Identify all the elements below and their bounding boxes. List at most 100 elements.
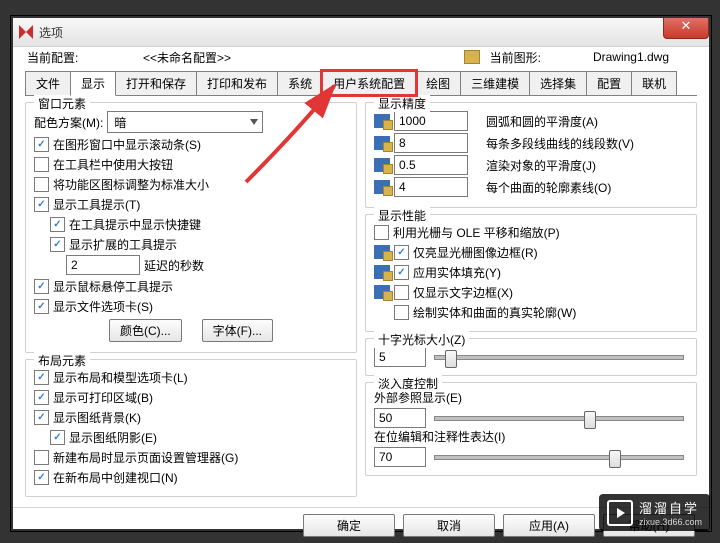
tab-display[interactable]: 显示 — [70, 71, 116, 96]
right-column: 显示精度 1000圆弧和圆的平滑度(A) 8每条多段线曲线的线段数(V) 0.5… — [365, 102, 697, 503]
contour-lines-label: 每个曲面的轮廓素线(O) — [486, 179, 611, 196]
cb-create-viewport: 在新布局中创建视口(N) — [53, 469, 178, 486]
cb-paper-shadow: 显示图纸阴影(E) — [69, 429, 157, 446]
tab-strip: 文件 显示 打开和保存 打印和发布 系统 用户系统配置 绘图 三维建模 选择集 … — [25, 71, 697, 96]
color-scheme-combo[interactable]: 暗 — [107, 111, 263, 133]
polyline-segs-label: 每条多段线曲线的线段数(V) — [486, 135, 634, 152]
current-profile-label: 当前配置: — [27, 49, 137, 66]
xref-fade-input[interactable]: 50 — [374, 408, 426, 428]
group-window-elements: 窗口元素 配色方案(M): 暗 在图形窗口中显示滚动条(S) 在工具栏中使用大按… — [25, 102, 357, 353]
delay-label: 延迟的秒数 — [144, 257, 204, 274]
group-title: 十字光标大小(Z) — [374, 331, 469, 348]
drawing-pref-icon — [374, 245, 390, 259]
drawing-pref-icon — [374, 114, 390, 128]
checkbox[interactable] — [50, 237, 65, 252]
checkbox[interactable] — [34, 279, 49, 294]
left-column: 窗口元素 配色方案(M): 暗 在图形窗口中显示滚动条(S) 在工具栏中使用大按… — [25, 102, 357, 503]
render-smooth-label: 渲染对象的平滑度(J) — [486, 157, 596, 174]
drawing-pref-icon — [374, 158, 390, 172]
cb-file-tabs: 显示文件选项卡(S) — [53, 298, 153, 315]
group-title: 布局元素 — [34, 352, 90, 369]
checkbox[interactable] — [34, 177, 49, 192]
tab-system[interactable]: 系统 — [277, 71, 323, 95]
screenshot-frame: 选项 ✕ 当前配置: <<未命名配置>> 当前图形: Drawing1.dwg … — [10, 15, 712, 532]
arc-smoothness-input[interactable]: 1000 — [394, 111, 468, 131]
drawing-pref-icon — [374, 180, 390, 194]
cb-pan-zoom-raster: 利用光栅与 OLE 平移和缩放(P) — [393, 224, 560, 241]
watermark-url: zixue.3d66.com — [639, 517, 702, 527]
fonts-button[interactable]: 字体(F)... — [202, 319, 273, 342]
cb-ext-tooltips: 显示扩展的工具提示 — [69, 236, 177, 253]
delay-input[interactable]: 2 — [66, 255, 140, 275]
checkbox[interactable] — [34, 137, 49, 152]
checkbox[interactable] — [34, 370, 49, 385]
tab-open-save[interactable]: 打开和保存 — [115, 71, 197, 95]
group-display-performance: 显示性能 利用光栅与 OLE 平移和缩放(P) 仅亮显光栅图像边框(R) 应用实… — [365, 214, 697, 332]
tab-3d-modeling[interactable]: 三维建模 — [460, 71, 530, 95]
group-title: 显示性能 — [374, 207, 430, 224]
cb-large-buttons: 在工具栏中使用大按钮 — [53, 156, 173, 173]
cb-tooltips: 显示工具提示(T) — [53, 196, 140, 213]
cb-layout-tabs: 显示布局和模型选项卡(L) — [53, 369, 188, 386]
drawing-pref-icon — [374, 265, 390, 279]
checkbox[interactable] — [34, 157, 49, 172]
window-title: 选项 — [39, 24, 63, 41]
ok-button[interactable]: 确定 — [303, 514, 395, 537]
group-title: 显示精度 — [374, 95, 430, 112]
checkbox[interactable] — [34, 470, 49, 485]
checkbox[interactable] — [374, 225, 389, 240]
titlebar: 选项 ✕ — [13, 18, 709, 47]
checkbox[interactable] — [394, 285, 409, 300]
profile-name: <<未命名配置>> — [143, 49, 231, 66]
cb-raster-frame: 仅亮显光栅图像边框(R) — [413, 244, 538, 261]
checkbox[interactable] — [394, 265, 409, 280]
checkbox[interactable] — [394, 245, 409, 260]
apply-button[interactable]: 应用(A) — [503, 514, 595, 537]
render-smooth-input[interactable]: 0.5 — [394, 155, 468, 175]
arc-smoothness-label: 圆弧和圆的平滑度(A) — [486, 113, 598, 130]
inplace-fade-input[interactable]: 70 — [374, 447, 426, 467]
color-scheme-label: 配色方案(M): — [34, 114, 103, 131]
xref-fade-slider[interactable] — [434, 416, 684, 421]
cb-true-silhouettes: 绘制实体和曲面的真实轮廓(W) — [413, 304, 576, 321]
inplace-edit-label: 在位编辑和注释性表达(I) — [374, 428, 688, 445]
tab-drafting[interactable]: 绘图 — [415, 71, 461, 95]
tab-selection[interactable]: 选择集 — [529, 71, 587, 95]
app-icon — [19, 25, 33, 39]
drawing-pref-icon — [374, 136, 390, 150]
tab-file[interactable]: 文件 — [25, 71, 71, 95]
checkbox[interactable] — [34, 390, 49, 405]
checkbox[interactable] — [34, 299, 49, 314]
contour-lines-input[interactable]: 4 — [394, 177, 468, 197]
tab-user-preferences[interactable]: 用户系统配置 — [322, 71, 416, 95]
tab-print-publish[interactable]: 打印和发布 — [196, 71, 278, 95]
polyline-segs-input[interactable]: 8 — [394, 133, 468, 153]
current-drawing-label: 当前图形: — [490, 49, 541, 66]
cb-page-setup-mgr: 新建布局时显示页面设置管理器(G) — [53, 449, 238, 466]
profile-info-row: 当前配置: <<未命名配置>> 当前图形: Drawing1.dwg — [13, 47, 709, 67]
drawing-pref-icon — [374, 285, 390, 299]
group-title: 淡入度控制 — [374, 375, 442, 392]
group-layout-elements: 布局元素 显示布局和模型选项卡(L) 显示可打印区域(B) 显示图纸背景(K) … — [25, 359, 357, 497]
drawing-icon — [464, 50, 480, 64]
cancel-button[interactable]: 取消 — [403, 514, 495, 537]
drawing-name: Drawing1.dwg — [593, 50, 669, 64]
checkbox[interactable] — [34, 197, 49, 212]
checkbox[interactable] — [34, 410, 49, 425]
checkbox[interactable] — [50, 430, 65, 445]
close-button[interactable]: ✕ — [663, 18, 709, 39]
cb-ribbon-icons: 将功能区图标调整为标准大小 — [53, 176, 209, 193]
group-display-resolution: 显示精度 1000圆弧和圆的平滑度(A) 8每条多段线曲线的线段数(V) 0.5… — [365, 102, 697, 208]
options-dialog: 选项 ✕ 当前配置: <<未命名配置>> 当前图形: Drawing1.dwg … — [13, 18, 709, 529]
watermark-brand: 溜溜自学 — [639, 498, 702, 517]
tab-online[interactable]: 联机 — [631, 71, 677, 95]
checkbox[interactable] — [34, 450, 49, 465]
tab-profiles[interactable]: 配置 — [586, 71, 632, 95]
cb-scrollbars: 在图形窗口中显示滚动条(S) — [53, 136, 201, 153]
inplace-fade-slider[interactable] — [434, 455, 684, 460]
crosshair-size-input[interactable]: 5 — [374, 347, 426, 367]
checkbox[interactable] — [394, 305, 409, 320]
crosshair-slider[interactable] — [434, 355, 684, 360]
colors-button[interactable]: 颜色(C)... — [109, 319, 182, 342]
checkbox[interactable] — [50, 217, 65, 232]
